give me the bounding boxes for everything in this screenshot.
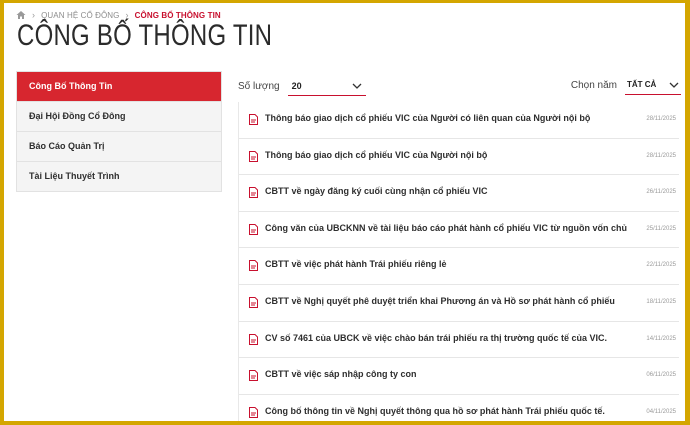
list-item[interactable]: CBTT về việc sáp nhập công ty con 06/11/… xyxy=(239,358,679,395)
sidebar: Công Bố Thông Tin Đại Hội Đồng Cổ Đông B… xyxy=(16,71,222,192)
page-frame: › QUAN HỆ CỔ ĐÔNG › CÔNG BỐ THÔNG TIN CÔ… xyxy=(4,3,685,421)
document-date: 22/11/2025 xyxy=(646,262,676,269)
page-title: CÔNG BỐ THÔNG TIN xyxy=(17,19,273,52)
list-item[interactable]: CV số 7461 của UBCK về việc chào bán trá… xyxy=(239,322,679,359)
document-date: 28/11/2025 xyxy=(646,152,676,159)
year-select[interactable]: TẤT CẢ xyxy=(625,75,681,95)
document-title[interactable]: Thông báo giao dịch cổ phiếu VIC của Ngư… xyxy=(265,113,629,123)
quantity-select-value: 20 xyxy=(291,80,302,91)
year-control: Chọn năm TẤT CẢ xyxy=(571,75,681,95)
pdf-file-icon xyxy=(249,187,258,199)
document-date: 18/11/2025 xyxy=(646,298,676,305)
list-item[interactable]: Thông báo giao dịch cổ phiếu VIC của Ngư… xyxy=(239,102,679,139)
document-title[interactable]: CBTT về Nghị quyết phê duyệt triển khai … xyxy=(265,296,629,306)
document-date: 14/11/2025 xyxy=(646,335,676,342)
pdf-file-icon xyxy=(249,223,258,235)
sidebar-item-dai-hoi-dong-co-dong[interactable]: Đại Hội Đồng Cổ Đông xyxy=(17,102,221,132)
pdf-file-icon xyxy=(249,370,258,382)
document-date: 26/11/2025 xyxy=(646,189,676,196)
document-title[interactable]: CV số 7461 của UBCK về việc chào bán trá… xyxy=(265,333,629,343)
pdf-file-icon xyxy=(249,296,258,308)
list-item[interactable]: Công văn của UBCKNN về tài liệu báo cáo … xyxy=(239,212,679,249)
pdf-file-icon xyxy=(249,114,258,125)
list-item[interactable]: CBTT về việc phát hành Trái phiếu riêng … xyxy=(239,248,679,285)
sidebar-item-tai-lieu-thuyet-trinh[interactable]: Tài Liệu Thuyết Trình xyxy=(17,162,221,191)
sidebar-item-bao-cao-quan-tri[interactable]: Báo Cáo Quản Trị xyxy=(17,132,221,162)
document-title[interactable]: Thông báo giao dịch cổ phiếu VIC của Ngư… xyxy=(265,150,629,160)
pdf-file-icon xyxy=(249,406,258,418)
list-item[interactable]: CBTT về Nghị quyết phê duyệt triển khai … xyxy=(239,285,679,322)
document-title[interactable]: CBTT về ngày đăng ký cuối cùng nhận cổ p… xyxy=(265,186,629,196)
chevron-down-icon xyxy=(669,82,679,88)
document-title[interactable]: Công văn của UBCKNN về tài liệu báo cáo … xyxy=(265,223,629,233)
document-date: 28/11/2025 xyxy=(646,116,676,122)
document-date: 04/11/2025 xyxy=(646,408,676,415)
pdf-file-icon xyxy=(249,150,258,162)
pdf-file-icon xyxy=(249,333,258,345)
quantity-control: Số lượng 20 xyxy=(238,76,366,96)
list-item[interactable]: Thông báo giao dịch cổ phiếu VIC của Ngư… xyxy=(239,139,679,176)
year-select-value: TẤT CẢ xyxy=(627,80,657,89)
quantity-label: Số lượng xyxy=(238,80,280,92)
quantity-select[interactable]: 20 xyxy=(287,76,366,96)
sidebar-item-cong-bo-thong-tin[interactable]: Công Bố Thông Tin xyxy=(17,72,221,102)
document-title[interactable]: Công bố thông tin về Nghị quyết thông qu… xyxy=(265,406,629,416)
list-item[interactable]: CBTT về ngày đăng ký cuối cùng nhận cổ p… xyxy=(239,175,679,212)
pdf-file-icon xyxy=(249,260,258,272)
year-label: Chọn năm xyxy=(570,79,617,91)
list-item[interactable]: Công bố thông tin về Nghị quyết thông qu… xyxy=(239,395,679,421)
document-title[interactable]: CBTT về việc sáp nhập công ty con xyxy=(265,369,629,379)
document-title[interactable]: CBTT về việc phát hành Trái phiếu riêng … xyxy=(265,259,629,269)
document-date: 06/11/2025 xyxy=(646,372,676,379)
document-list: Thông báo giao dịch cổ phiếu VIC của Ngư… xyxy=(238,102,679,421)
chevron-down-icon xyxy=(352,83,362,89)
document-date: 25/11/2025 xyxy=(646,225,676,232)
